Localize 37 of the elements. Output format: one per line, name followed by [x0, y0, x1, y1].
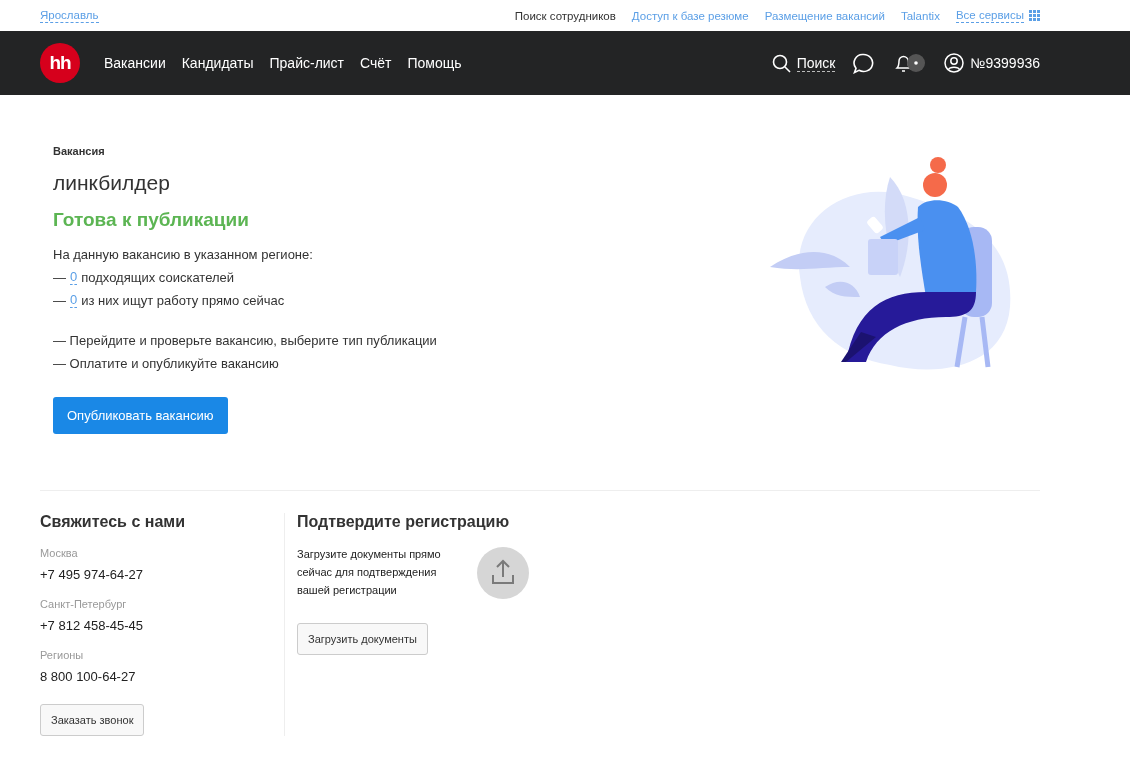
- step-text: — Перейдите и проверьте вакансию, выберите тип публикации: [53, 332, 437, 350]
- nav-link[interactable]: Кандидаты: [181, 55, 254, 71]
- dash-text: —: [53, 292, 66, 310]
- upload-icon[interactable]: [477, 547, 529, 599]
- nav-link[interactable]: Счёт: [360, 55, 392, 71]
- stat-text: подходящих соискателей: [81, 269, 235, 287]
- status-heading: Готова к публикации: [53, 209, 250, 231]
- account-link[interactable]: №9399936: [970, 55, 1040, 71]
- header-link[interactable]: Поиск сотрудников: [514, 9, 616, 22]
- intro-text: На данную вакансию в указанном регионе:: [53, 246, 314, 264]
- dash-text: —: [53, 269, 66, 287]
- search-icon[interactable]: [771, 53, 791, 73]
- phone-number: 8 800 100-64-27: [40, 669, 137, 684]
- vacancy-title: линкбилдер: [53, 171, 171, 195]
- registration-heading: Подтвердите регистрацию: [297, 513, 511, 531]
- publish-button[interactable]: Опубликовать вакансию: [53, 397, 228, 434]
- phone-number: +7 812 458-45-45: [40, 618, 144, 633]
- phone-number: +7 495 974-64-27: [40, 567, 144, 582]
- nav-link[interactable]: Вакансии: [104, 55, 166, 71]
- grid-icon: [1029, 10, 1040, 21]
- nav-link[interactable]: Прайс-лист: [269, 55, 345, 71]
- nav-link[interactable]: Помощь: [407, 55, 462, 71]
- user-icon[interactable]: [944, 53, 965, 73]
- search-link[interactable]: Поиск: [796, 54, 836, 72]
- city-label: Регионы: [40, 649, 85, 661]
- stat-text: из них ищут работу прямо сейчас: [81, 292, 285, 310]
- registration-text: Загрузите документы прямо сейчас для подтверждения вашей регистрации: [297, 547, 442, 598]
- logo[interactable]: hh: [40, 43, 80, 83]
- contacts-heading: Свяжитесь с нами: [40, 513, 186, 531]
- step-text: — Оплатите и опубликуйте вакансию: [53, 355, 280, 373]
- section-label: Вакансия: [53, 145, 106, 157]
- upload-documents-button[interactable]: Загрузить документы: [297, 623, 428, 655]
- city-label: Санкт-Петербург: [40, 598, 128, 610]
- callback-button[interactable]: Заказать звонок: [40, 704, 145, 736]
- city-label: Москва: [40, 547, 79, 559]
- chat-icon[interactable]: [853, 52, 875, 74]
- bell-icon[interactable]: [894, 52, 927, 74]
